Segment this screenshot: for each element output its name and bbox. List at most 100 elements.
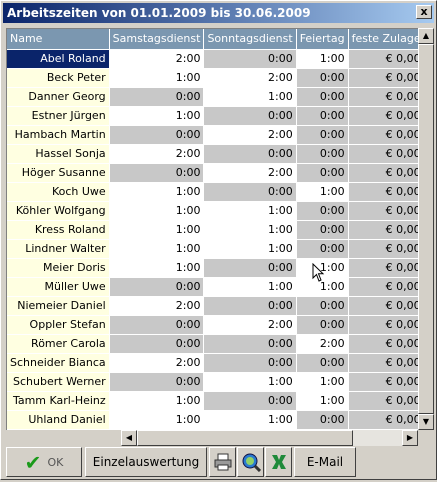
feiertag-cell[interactable]: 0:00 [296, 410, 349, 430]
sonntagsdienst-cell[interactable]: 0:00 [203, 49, 297, 69]
sonntagsdienst-cell[interactable]: 2:00 [203, 125, 297, 145]
samstagsdienst-cell[interactable]: 0:00 [109, 87, 205, 107]
table-row[interactable]: Römer Carola 0:00 0:00 2:00 € 0,00 [7, 334, 418, 354]
samstagsdienst-cell[interactable]: 0:00 [109, 125, 205, 145]
feste-zulage-cell[interactable]: € 0,00 [348, 372, 418, 392]
name-cell[interactable]: Uhland Daniel [7, 410, 110, 430]
feiertag-cell[interactable]: 0:00 [296, 68, 349, 88]
samstagsdienst-cell[interactable]: 1:00 [109, 68, 205, 88]
table-row[interactable]: Meier Doris 1:00 0:00 1:00 € 0,00 [7, 258, 418, 278]
table-row[interactable]: Lindner Walter 1:00 1:00 0:00 € 0,00 [7, 239, 418, 259]
name-cell[interactable]: Lindner Walter [7, 239, 110, 259]
feste-zulage-cell[interactable]: € 0,00 [348, 353, 418, 373]
samstagsdienst-cell[interactable]: 2:00 [109, 296, 205, 316]
feiertag-cell[interactable]: 0:00 [296, 201, 349, 221]
table-row[interactable]: Schubert Werner 0:00 1:00 1:00 € 0,00 [7, 372, 418, 392]
feiertag-cell[interactable]: 0:00 [296, 220, 349, 240]
table-row[interactable]: Danner Georg 0:00 1:00 0:00 € 0,00 [7, 87, 418, 107]
table-row[interactable]: Oppler Stefan 0:00 2:00 0:00 € 0,00 [7, 315, 418, 335]
feste-zulage-cell[interactable]: € 0,00 [348, 258, 418, 278]
feste-zulage-cell[interactable]: € 0,00 [348, 296, 418, 316]
table-row[interactable]: Höger Susanne 0:00 2:00 0:00 € 0,00 [7, 163, 418, 183]
samstagsdienst-cell[interactable]: 1:00 [109, 239, 205, 259]
feste-zulage-cell[interactable]: € 0,00 [348, 49, 418, 69]
email-button[interactable]: E-Mail [294, 447, 356, 477]
samstagsdienst-cell[interactable]: 0:00 [109, 334, 205, 354]
table-row[interactable]: Beck Peter 1:00 2:00 0:00 € 0,00 [7, 68, 418, 88]
table-row[interactable]: Estner Jürgen 1:00 0:00 0:00 € 0,00 [7, 106, 418, 126]
feste-zulage-cell[interactable]: € 0,00 [348, 277, 418, 297]
feiertag-cell[interactable]: 0:00 [296, 144, 349, 164]
feste-zulage-cell[interactable]: € 0,00 [348, 163, 418, 183]
sonntagsdienst-cell[interactable]: 0:00 [203, 391, 297, 411]
name-cell[interactable]: Hassel Sonja [7, 144, 110, 164]
scroll-right-button[interactable]: ▶ [402, 430, 418, 446]
feiertag-cell[interactable]: 0:00 [296, 239, 349, 259]
feiertag-cell[interactable]: 1:00 [296, 372, 349, 392]
samstagsdienst-cell[interactable]: 1:00 [109, 391, 205, 411]
feste-zulage-cell[interactable]: € 0,00 [348, 239, 418, 259]
name-cell[interactable]: Kress Roland [7, 220, 110, 240]
sonntagsdienst-cell[interactable]: 0:00 [203, 182, 297, 202]
column-sonntagsdienst[interactable]: Sonntagsdienst [203, 29, 297, 50]
table-row[interactable]: Müller Uwe 0:00 1:00 1:00 € 0,00 [7, 277, 418, 297]
scroll-down-button[interactable]: ▼ [418, 414, 434, 430]
feste-zulage-cell[interactable]: € 0,00 [348, 391, 418, 411]
sonntagsdienst-cell[interactable]: 0:00 [203, 258, 297, 278]
einzelauswertung-button[interactable]: Einzelauswertung [85, 447, 207, 477]
feste-zulage-cell[interactable]: € 0,00 [348, 201, 418, 221]
name-cell[interactable]: Schneider Bianca [7, 353, 110, 373]
samstagsdienst-cell[interactable]: 1:00 [109, 410, 205, 430]
name-cell[interactable]: Beck Peter [7, 68, 110, 88]
samstagsdienst-cell[interactable]: 0:00 [109, 315, 205, 335]
table-row[interactable]: Niemeier Daniel 2:00 0:00 0:00 € 0,00 [7, 296, 418, 316]
table-row[interactable]: Abel Roland 2:00 0:00 1:00 € 0,00 [7, 49, 418, 69]
samstagsdienst-cell[interactable]: 1:00 [109, 201, 205, 221]
feste-zulage-cell[interactable]: € 0,00 [348, 334, 418, 354]
feste-zulage-cell[interactable]: € 0,00 [348, 106, 418, 126]
scroll-left-button[interactable]: ◀ [121, 430, 137, 446]
feste-zulage-cell[interactable]: € 0,00 [348, 315, 418, 335]
feiertag-cell[interactable]: 2:00 [296, 334, 349, 354]
name-cell[interactable]: Römer Carola [7, 334, 110, 354]
sonntagsdienst-cell[interactable]: 0:00 [203, 353, 297, 373]
name-cell[interactable]: Höger Susanne [7, 163, 110, 183]
name-cell[interactable]: Tamm Karl-Heinz [7, 391, 110, 411]
name-cell[interactable]: Danner Georg [7, 87, 110, 107]
feiertag-cell[interactable]: 0:00 [296, 296, 349, 316]
samstagsdienst-cell[interactable]: 1:00 [109, 182, 205, 202]
feste-zulage-cell[interactable]: € 0,00 [348, 125, 418, 145]
feiertag-cell[interactable]: 0:00 [296, 353, 349, 373]
name-cell[interactable]: Köhler Wolfgang [7, 201, 110, 221]
column-feiertag[interactable]: Feiertag [296, 29, 349, 50]
table-row[interactable]: Uhland Daniel 1:00 1:00 0:00 € 0,00 [7, 410, 418, 430]
samstagsdienst-cell[interactable]: 2:00 [109, 144, 205, 164]
horizontal-scroll-thumb[interactable] [137, 430, 353, 446]
table-row[interactable]: Köhler Wolfgang 1:00 1:00 0:00 € 0,00 [7, 201, 418, 221]
samstagsdienst-cell[interactable]: 1:00 [109, 106, 205, 126]
name-cell[interactable]: Schubert Werner [7, 372, 110, 392]
column-samstagsdienst[interactable]: Samstagsdienst [109, 29, 205, 50]
samstagsdienst-cell[interactable]: 0:00 [109, 277, 205, 297]
scroll-up-button[interactable]: ▲ [418, 28, 434, 44]
name-cell[interactable]: Estner Jürgen [7, 106, 110, 126]
samstagsdienst-cell[interactable]: 0:00 [109, 372, 205, 392]
horizontal-scrollbar[interactable]: ◀ ▶ [121, 430, 418, 446]
table-row[interactable]: Hambach Martin 0:00 2:00 0:00 € 0,00 [7, 125, 418, 145]
sonntagsdienst-cell[interactable]: 1:00 [203, 201, 297, 221]
sonntagsdienst-cell[interactable]: 1:00 [203, 410, 297, 430]
sonntagsdienst-cell[interactable]: 1:00 [203, 372, 297, 392]
name-cell[interactable]: Oppler Stefan [7, 315, 110, 335]
column-name[interactable]: Name [7, 29, 110, 50]
sonntagsdienst-cell[interactable]: 1:00 [203, 220, 297, 240]
preview-button[interactable] [237, 447, 264, 477]
feiertag-cell[interactable]: 0:00 [296, 125, 349, 145]
feiertag-cell[interactable]: 0:00 [296, 163, 349, 183]
samstagsdienst-cell[interactable]: 1:00 [109, 220, 205, 240]
sonntagsdienst-cell[interactable]: 0:00 [203, 296, 297, 316]
name-cell[interactable]: Abel Roland [7, 49, 110, 69]
excel-export-button[interactable] [265, 447, 292, 477]
feste-zulage-cell[interactable]: € 0,00 [348, 68, 418, 88]
feiertag-cell[interactable]: 1:00 [296, 49, 349, 69]
vertical-scroll-thumb[interactable] [418, 44, 434, 414]
